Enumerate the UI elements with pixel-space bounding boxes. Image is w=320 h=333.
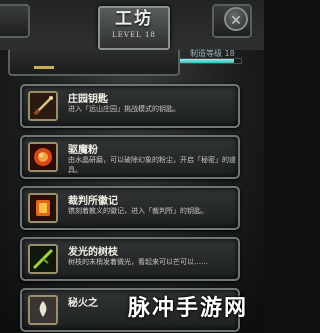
item-name: 裁判所徽记	[68, 196, 118, 207]
page-title: 工坊	[115, 9, 153, 29]
list-item-partial[interactable]	[8, 50, 180, 76]
page-subtitle: LEVEL 18	[112, 31, 156, 39]
list-item[interactable]: 庄园钥匙 进入「远山庄园」挑战模式的钥匙。	[20, 84, 240, 128]
item-description: 镌刻着教义的徽记，进入「裁判所」的钥匙。	[68, 207, 208, 215]
tribunal-emblem-icon	[28, 193, 58, 223]
close-button[interactable]: ✕	[224, 7, 248, 31]
crafting-level-fill	[173, 59, 235, 63]
list-item[interactable]: 驱魔粉 由水晶研磨，可以破除幻象的粉尘，开启「秘密」的道具。	[20, 135, 240, 179]
sword-key-icon	[28, 91, 58, 121]
workshop-screen: ✕ 工坊 LEVEL 18 制造等级 18 庄园钥匙 进入「远山庄园」挑战模式的…	[0, 0, 264, 333]
item-description: 由水晶研磨，可以破除幻象的粉尘，开启「秘密」的道具。	[68, 156, 236, 174]
glowing-branch-icon	[28, 244, 58, 274]
corner-ornament-left	[0, 4, 30, 38]
exorcism-powder-icon	[28, 142, 58, 172]
item-name: 驱魔粉	[68, 145, 98, 156]
item-name: 庄园钥匙	[68, 94, 108, 105]
crafting-level-bar	[172, 58, 242, 64]
item-description: 进入「远山庄园」挑战模式的钥匙。	[68, 105, 180, 113]
item-name: 发光的树枝	[68, 247, 118, 258]
partial-item-mark	[34, 66, 54, 69]
item-description: 树枝的末梢发着微光，看起来可以芒可以……	[68, 258, 208, 266]
secret-fire-icon	[28, 295, 58, 325]
item-name: 秘火之	[68, 298, 98, 309]
title-plaque: 工坊 LEVEL 18	[98, 6, 170, 50]
list-item[interactable]: 发光的树枝 树枝的末梢发着微光，看起来可以芒可以……	[20, 237, 240, 281]
site-watermark: 脉冲手游网	[128, 296, 249, 321]
list-item[interactable]: 裁判所徽记 镌刻着教义的徽记，进入「裁判所」的钥匙。	[20, 186, 240, 230]
